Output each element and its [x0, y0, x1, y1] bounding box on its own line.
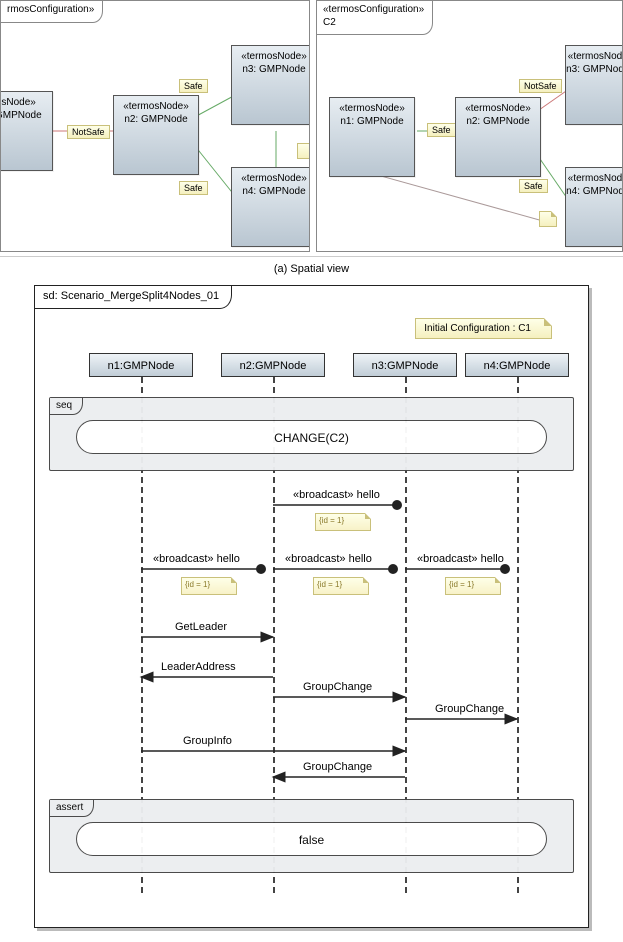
- msg-hello-n1: «broadcast» hello: [153, 553, 240, 565]
- config-title-right: «termosConfiguration» C2: [317, 1, 433, 35]
- n4-stereo: «termosNode»: [241, 173, 307, 184]
- config-panel-left: rmosConfiguration» rmosNode» n1: GMPNode…: [0, 0, 310, 252]
- n1r-stereo: «termosNode»: [339, 103, 405, 114]
- lifeline-n4: n4:GMPNode: [465, 353, 569, 377]
- msg-groupchange-3: GroupChange: [303, 761, 372, 773]
- n3r-stereo: «termosNod: [568, 51, 622, 62]
- n3r-label: n3: GMPNod: [566, 64, 623, 75]
- n3-stereo: «termosNode»: [241, 51, 307, 62]
- assert-pill: false: [76, 822, 547, 856]
- msg-groupchange-1: GroupChange: [303, 681, 372, 693]
- idnote-1: {id = 1}: [315, 513, 371, 531]
- idnote-3: {id = 1}: [313, 577, 369, 595]
- seq-fragment-label: seq: [50, 398, 83, 415]
- node-n3-left: «termosNode» n3: GMPNode: [231, 45, 310, 125]
- initial-config-note: Initial Configuration : C1: [415, 318, 552, 339]
- n3-label: n3: GMPNode: [242, 64, 305, 75]
- page-container: rmosConfiguration» rmosNode» n1: GMPNode…: [0, 0, 623, 928]
- node-n2-right: «termosNode» n2: GMPNode: [455, 97, 541, 177]
- msg-leaderaddress: LeaderAddress: [161, 661, 236, 673]
- seq-fragment: seq CHANGE(C2): [49, 397, 574, 471]
- idnote-4: {id = 1}: [445, 577, 501, 595]
- msg-hello-n2n3: «broadcast» hello: [293, 489, 380, 501]
- n4-label: n4: GMPNode: [242, 186, 305, 197]
- sequence-title: sd: Scenario_MergeSplit4Nodes_01: [35, 286, 232, 309]
- msg-groupinfo: GroupInfo: [183, 735, 232, 747]
- n2-label: n2: GMPNode: [124, 114, 187, 125]
- assert-fragment-label: assert: [50, 800, 94, 817]
- node-n4-left: «termosNode» n4: GMPNode: [231, 167, 310, 247]
- n2r-stereo: «termosNode»: [465, 103, 531, 114]
- change-pill: CHANGE(C2): [76, 420, 547, 454]
- node-n2-left: «termosNode» n2: GMPNode: [113, 95, 199, 175]
- note-doc-right: [539, 211, 557, 227]
- config-title-right-line2: C2: [323, 17, 336, 28]
- node-n1-right: «termosNode» n1: GMPNode: [329, 97, 415, 177]
- msg-hello-n2: «broadcast» hello: [285, 553, 372, 565]
- tag-notsafe-right: NotSafe: [519, 79, 562, 93]
- config-panel-right: «termosConfiguration» C2 «termosNode» n1…: [316, 0, 623, 252]
- lifeline-n3: n3:GMPNode: [353, 353, 457, 377]
- node-n1-left: rmosNode» n1: GMPNode: [0, 91, 53, 171]
- idnote-2: {id = 1}: [181, 577, 237, 595]
- n2r-label: n2: GMPNode: [466, 116, 529, 127]
- n2-stereo: «termosNode»: [123, 101, 189, 112]
- n4r-stereo: «termosNod: [568, 173, 622, 184]
- spatial-caption: (a) Spatial view: [0, 257, 623, 285]
- config-title-left-line1: rmosConfiguration»: [7, 4, 94, 15]
- n4r-label: n4: GMPNod: [566, 186, 623, 197]
- tag-safe-right-1: Safe: [427, 123, 456, 137]
- lifelines-area: n1:GMPNode n2:GMPNode n3:GMPNode n4:GMPN…: [35, 353, 588, 893]
- lifeline-n1: n1:GMPNode: [89, 353, 193, 377]
- msg-getleader: GetLeader: [175, 621, 227, 633]
- config-title-left: rmosConfiguration»: [1, 1, 103, 23]
- n1-stereo: rmosNode»: [0, 97, 36, 108]
- tag-safe-left-1: Safe: [179, 79, 208, 93]
- tag-safe-left-2: Safe: [179, 181, 208, 195]
- msg-groupchange-2: GroupChange: [435, 703, 504, 715]
- msg-hello-n4: «broadcast» hello: [417, 553, 504, 565]
- config-title-right-line1: «termosConfiguration»: [323, 4, 424, 15]
- note-doc-left: [297, 143, 310, 159]
- node-n3-right: «termosNod n3: GMPNod: [565, 45, 623, 125]
- lifeline-n2: n2:GMPNode: [221, 353, 325, 377]
- assert-fragment: assert false: [49, 799, 574, 873]
- tag-notsafe-left: NotSafe: [67, 125, 110, 139]
- n1-label: n1: GMPNode: [0, 110, 42, 121]
- tag-safe-right-2: Safe: [519, 179, 548, 193]
- sequence-frame: sd: Scenario_MergeSplit4Nodes_01 Initial…: [34, 285, 589, 928]
- node-n4-right: «termosNod n4: GMPNod: [565, 167, 623, 247]
- n1r-label: n1: GMPNode: [340, 116, 403, 127]
- spatial-view-row: rmosConfiguration» rmosNode» n1: GMPNode…: [0, 0, 623, 257]
